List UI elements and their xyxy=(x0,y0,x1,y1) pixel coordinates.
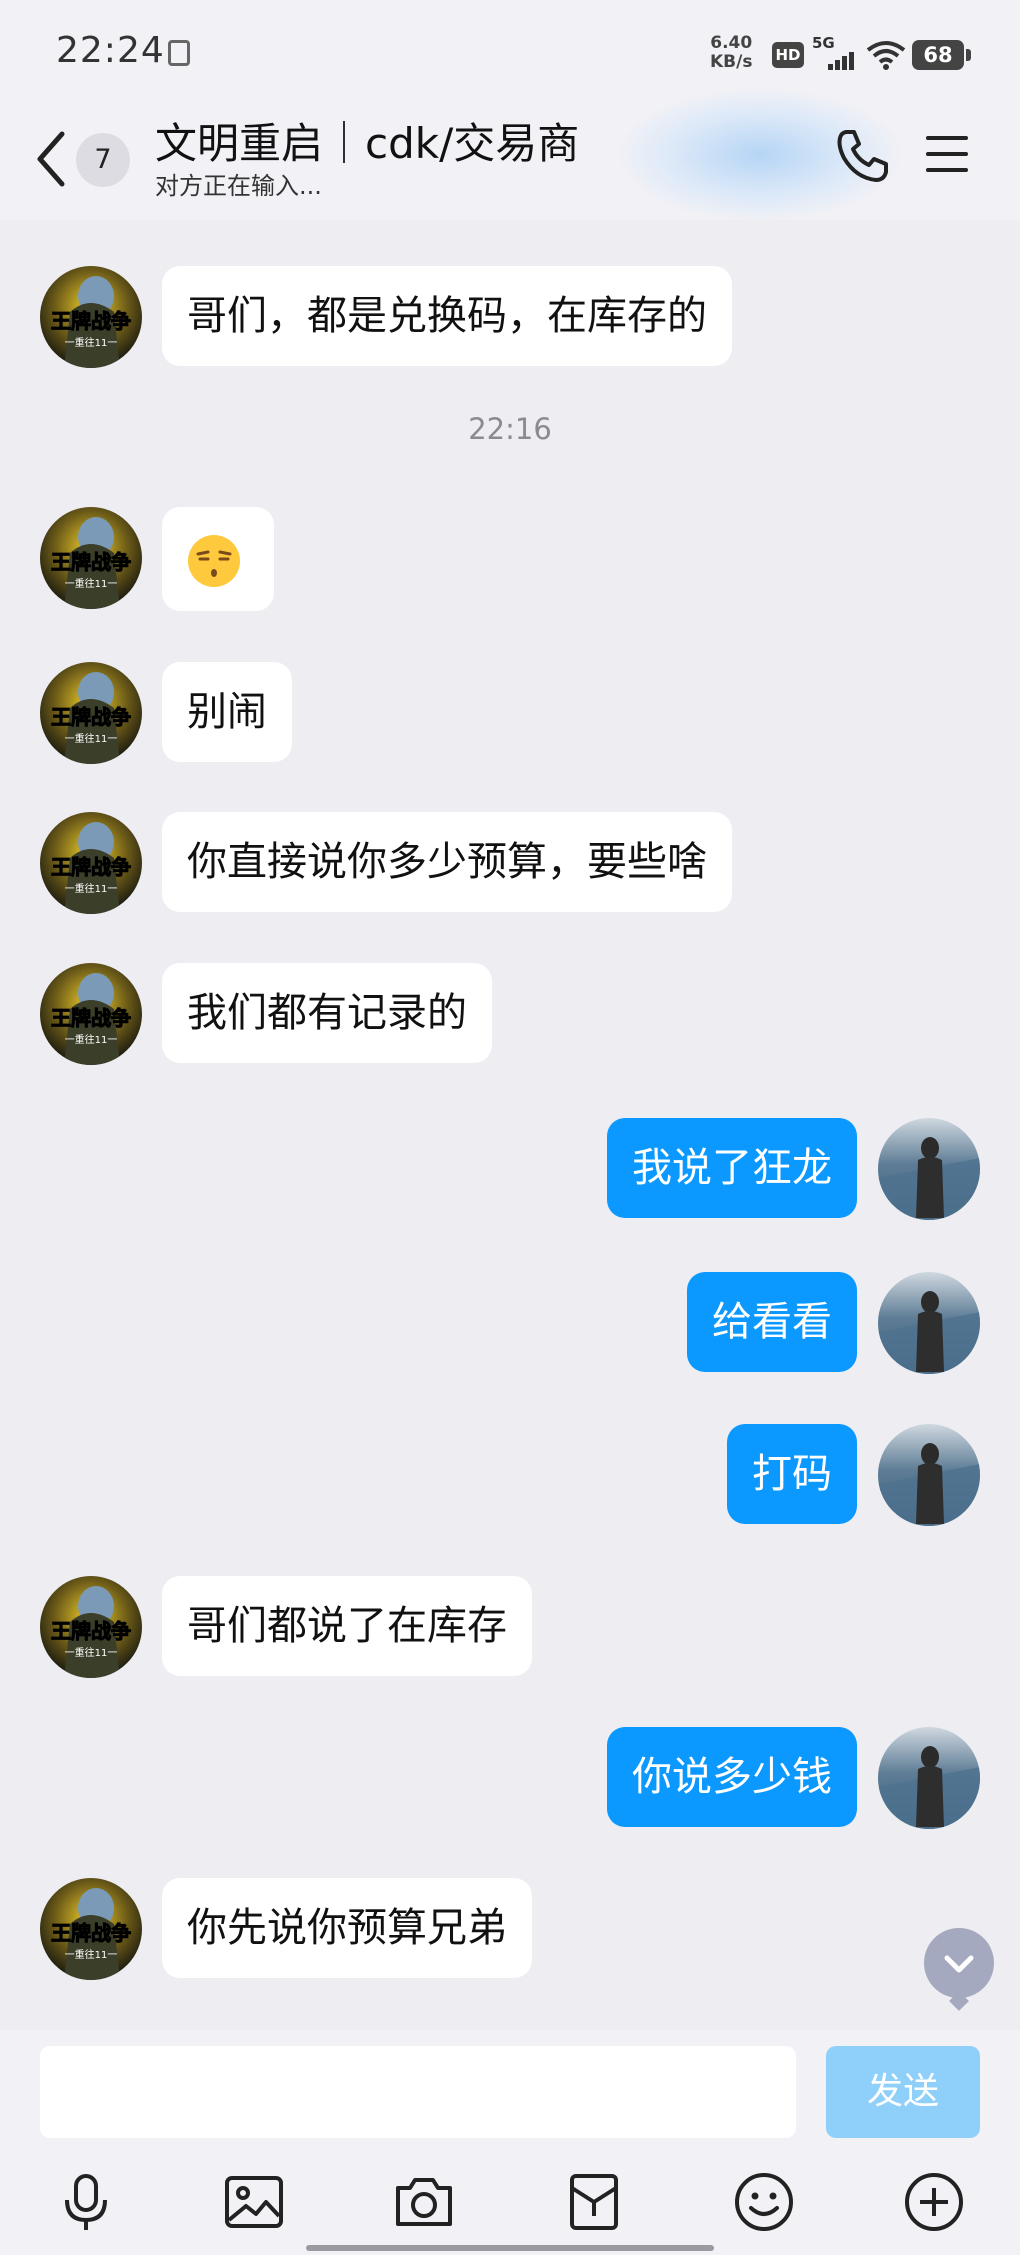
send-button[interactable]: 发送 xyxy=(826,2046,980,2138)
camera-icon[interactable] xyxy=(392,2170,456,2234)
smirk-face-icon xyxy=(188,535,240,587)
chat-title[interactable]: 文明重启｜cdk/交易商 xyxy=(155,110,579,171)
my-avatar[interactable] xyxy=(878,1727,980,1829)
chat-header: 7 文明重启｜cdk/交易商 对方正在输入... xyxy=(0,90,1020,220)
avatar-logo-text: 王牌战争 xyxy=(51,1619,131,1643)
status-bar: 22:24 6.40 KB/s HD 5G 68 xyxy=(0,0,1020,110)
outgoing-message-bubble[interactable]: 你说多少钱 xyxy=(607,1727,857,1827)
notification-doc-icon xyxy=(168,40,190,66)
outgoing-message-bubble[interactable]: 打码 xyxy=(727,1424,857,1524)
menu-button[interactable] xyxy=(922,132,974,178)
avatar-logo-text: 王牌战争 xyxy=(51,1006,131,1030)
contact-avatar[interactable]: 王牌战争一重往11一 xyxy=(40,266,142,368)
microphone-icon[interactable] xyxy=(54,2170,118,2234)
avatar-logo-subtext: 一重往11一 xyxy=(65,1948,118,1961)
avatar-logo-text: 王牌战争 xyxy=(51,550,131,574)
image-icon[interactable] xyxy=(222,2170,286,2234)
network-speed-value: 6.40 xyxy=(710,33,753,53)
battery-icon: 68 xyxy=(912,40,971,70)
phone-icon[interactable] xyxy=(832,126,892,186)
unread-badge: 7 xyxy=(76,133,130,187)
network-speed: 6.40 KB/s xyxy=(710,34,752,72)
avatar-logo-subtext: 一重往11一 xyxy=(65,577,118,590)
avatar-logo-subtext: 一重往11一 xyxy=(65,732,118,745)
contact-avatar[interactable]: 王牌战争一重往11一 xyxy=(40,1878,142,1980)
avatar-logo-text: 王牌战争 xyxy=(51,309,131,333)
scroll-to-bottom-button[interactable] xyxy=(924,1928,994,1998)
plus-icon[interactable] xyxy=(902,2170,966,2234)
hd-icon: HD xyxy=(772,42,804,68)
contact-avatar[interactable]: 王牌战争一重往11一 xyxy=(40,812,142,914)
avatar-logo-text: 王牌战争 xyxy=(51,705,131,729)
message-timestamp: 22:16 xyxy=(468,412,552,446)
my-avatar[interactable] xyxy=(878,1424,980,1526)
contact-avatar[interactable]: 王牌战争一重往11一 xyxy=(40,507,142,609)
avatar-logo-subtext: 一重往11一 xyxy=(65,1646,118,1659)
incoming-message-bubble[interactable]: 哥们都说了在库存 xyxy=(162,1576,532,1676)
outgoing-message-bubble[interactable]: 我说了狂龙 xyxy=(607,1118,857,1218)
incoming-message-bubble[interactable]: 哥们，都是兑换码，在库存的 xyxy=(162,266,732,366)
chevron-down-icon xyxy=(944,1955,974,1973)
status-time: 22:24 xyxy=(56,30,165,71)
avatar-logo-text: 王牌战争 xyxy=(51,855,131,879)
network-speed-unit: KB/s xyxy=(710,52,753,72)
incoming-message-bubble[interactable]: 你先说你预算兄弟 xyxy=(162,1878,532,1978)
avatar-logo-subtext: 一重往11一 xyxy=(65,882,118,895)
outgoing-message-bubble[interactable]: 给看看 xyxy=(687,1272,857,1372)
typing-status: 对方正在输入... xyxy=(155,172,322,200)
emoji-icon[interactable] xyxy=(732,2170,796,2234)
avatar-logo-subtext: 一重往11一 xyxy=(65,336,118,349)
composer: 发送 xyxy=(0,2030,1020,2255)
contact-avatar[interactable]: 王牌战争一重往11一 xyxy=(40,1576,142,1678)
my-avatar[interactable] xyxy=(878,1272,980,1374)
contact-avatar[interactable]: 王牌战争一重往11一 xyxy=(40,662,142,764)
chevron-left-icon xyxy=(37,131,65,187)
avatar-logo-subtext: 一重往11一 xyxy=(65,1033,118,1046)
incoming-message-bubble[interactable]: 别闹 xyxy=(162,662,292,762)
wifi-icon xyxy=(866,41,906,70)
back-button[interactable]: 7 xyxy=(34,124,144,194)
signal-icon xyxy=(826,50,856,70)
my-avatar[interactable] xyxy=(878,1118,980,1220)
home-indicator[interactable] xyxy=(306,2245,714,2251)
message-input[interactable] xyxy=(40,2046,796,2138)
incoming-message-bubble[interactable]: 你直接说你多少预算，要些啥 xyxy=(162,812,732,912)
incoming-message-bubble[interactable] xyxy=(162,507,274,611)
red-packet-icon[interactable] xyxy=(562,2170,626,2234)
contact-avatar[interactable]: 王牌战争一重往11一 xyxy=(40,963,142,1065)
avatar-logo-text: 王牌战争 xyxy=(51,1921,131,1945)
incoming-message-bubble[interactable]: 我们都有记录的 xyxy=(162,963,492,1063)
